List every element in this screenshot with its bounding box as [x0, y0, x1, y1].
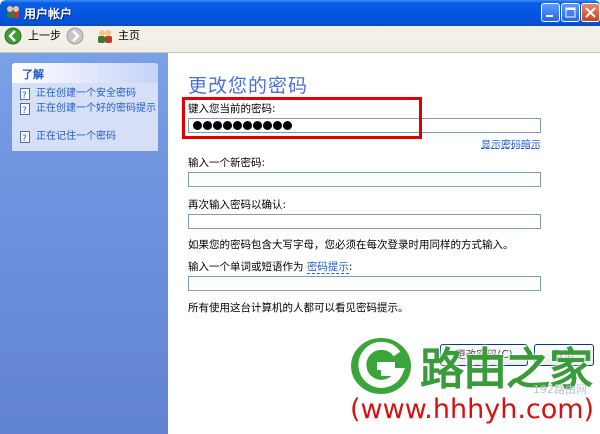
svg-text:?: ?: [22, 134, 27, 143]
toolbar-divider: [0, 46, 600, 53]
new-password-label: 输入一个新密码:: [188, 157, 266, 169]
help-page-icon: ?: [20, 88, 30, 101]
back-label: 上一步: [28, 29, 61, 42]
confirm-password-input[interactable]: [188, 214, 541, 229]
watermark-url: (www.hhhyh.com): [350, 394, 595, 425]
back-button[interactable]: 上一步: [4, 27, 64, 45]
hint-prompt-suffix: :: [348, 261, 353, 273]
title-bar[interactable]: 用户帐户: [0, 0, 600, 26]
learn-link-remember-password[interactable]: ? 正在记住一个密码: [20, 131, 156, 144]
minimize-button[interactable]: [541, 3, 560, 22]
new-password-input[interactable]: [188, 172, 541, 187]
watermark-logo-icon: [347, 332, 417, 398]
svg-text:?: ?: [22, 106, 27, 115]
task-pane: 了解 ? 正在创建一个安全密码 ? 正在创建一个好的密码提示 ? 正在记住一个密…: [0, 53, 168, 434]
hint-prompt-prefix: 输入一个单词或短语作为: [188, 261, 304, 273]
close-button[interactable]: [581, 3, 600, 22]
users-icon: [5, 4, 21, 20]
learn-link-label: 正在创建一个好的密码提示: [36, 103, 156, 114]
password-hint-input[interactable]: [188, 276, 541, 291]
show-hint-underline: [481, 148, 539, 149]
case-sensitivity-note: 如果您的密码包含大写字母，您必须在每次登录时用同样的方式输入。: [188, 239, 514, 251]
home-label: 主页: [118, 29, 140, 42]
highlight-annotation-box: [182, 97, 422, 139]
home-button[interactable]: 主页: [96, 27, 146, 45]
forward-button[interactable]: [66, 27, 88, 45]
window-title: 用户帐户: [24, 7, 73, 21]
password-hint-label: 输入一个单词或短语作为 密码提示:: [188, 259, 352, 274]
help-page-icon: ?: [20, 131, 30, 144]
toolbar: 上一步 主页: [0, 26, 600, 47]
svg-text:?: ?: [22, 91, 27, 100]
confirm-password-label: 再次输入密码以确认:: [188, 199, 287, 211]
learn-header: 了解: [12, 63, 158, 83]
learn-link-label: 正在创建一个安全密码: [36, 88, 136, 99]
help-page-icon: ?: [20, 103, 30, 116]
hint-visibility-note: 所有使用这台计算机的人都可以看见密码提示。: [188, 302, 409, 314]
learn-link-secure-password[interactable]: ? 正在创建一个安全密码: [20, 88, 156, 101]
learn-title: 了解: [22, 68, 44, 81]
learn-link-label: 正在记住一个密码: [36, 131, 116, 142]
password-hint-link[interactable]: 密码提示: [306, 261, 349, 274]
page-title: 更改您的密码: [188, 75, 309, 97]
maximize-button[interactable]: [561, 3, 580, 22]
learn-section: 了解 ? 正在创建一个安全密码 ? 正在创建一个好的密码提示 ? 正在记住一个密…: [12, 63, 158, 151]
learn-link-password-hint[interactable]: ? 正在创建一个好的密码提示: [20, 103, 156, 127]
